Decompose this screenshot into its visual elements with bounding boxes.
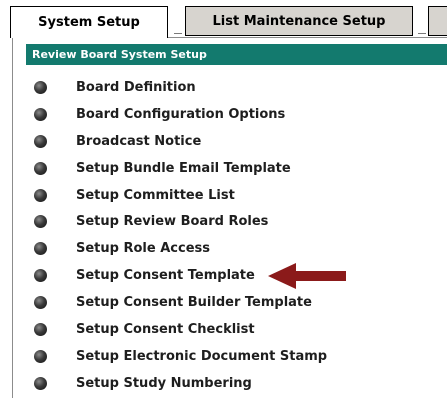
menu-item-label[interactable]: Setup Consent Checklist (76, 322, 255, 337)
menu-item-board-definition[interactable]: Board Definition (34, 74, 327, 101)
menu-item-label[interactable]: Setup Consent Template (76, 268, 255, 283)
menu-item-label[interactable]: Setup Study Numbering (76, 376, 252, 391)
menu-item-label[interactable]: Board Definition (76, 80, 196, 95)
menu-item-label[interactable]: Setup Electronic Document Stamp (76, 349, 327, 364)
menu-item-setup-electronic-document-stamp[interactable]: Setup Electronic Document Stamp (34, 343, 327, 370)
menu-item-setup-committee-list[interactable]: Setup Committee List (34, 182, 327, 209)
menu-item-broadcast-notice[interactable]: Broadcast Notice (34, 128, 327, 155)
bullet-icon (34, 322, 47, 336)
bullet-icon (34, 349, 47, 363)
menu-item-label[interactable]: Broadcast Notice (76, 134, 201, 149)
bullet-icon (34, 134, 47, 148)
menu-item-setup-review-board-roles[interactable]: Setup Review Board Roles (34, 208, 327, 235)
bullet-icon (34, 107, 47, 121)
bullet-icon (34, 296, 47, 310)
menu-item-board-configuration-options[interactable]: Board Configuration Options (34, 101, 327, 128)
setup-menu: Board Definition Board Configuration Opt… (34, 74, 327, 397)
menu-item-setup-consent-builder-template[interactable]: Setup Consent Builder Template (34, 289, 327, 316)
tab-list-maintenance-setup[interactable]: List Maintenance Setup (185, 6, 413, 36)
menu-item-setup-role-access[interactable]: Setup Role Access (34, 235, 327, 262)
bullet-icon (34, 215, 47, 229)
bullet-icon (34, 161, 47, 175)
menu-item-setup-consent-checklist[interactable]: Setup Consent Checklist (34, 316, 327, 343)
tab-separator (174, 33, 182, 34)
menu-item-label[interactable]: Setup Committee List (76, 188, 235, 203)
bullet-icon (34, 376, 47, 390)
tab-third[interactable] (428, 6, 447, 36)
tab-system-setup[interactable]: System Setup (10, 6, 168, 38)
tab-separator (418, 33, 426, 34)
menu-item-label[interactable]: Setup Bundle Email Template (76, 161, 291, 176)
menu-item-setup-bundle-email-template[interactable]: Setup Bundle Email Template (34, 155, 327, 182)
bullet-icon (34, 188, 47, 202)
menu-item-setup-study-numbering[interactable]: Setup Study Numbering (34, 370, 327, 397)
bullet-icon (34, 80, 47, 94)
menu-item-label[interactable]: Setup Role Access (76, 241, 210, 256)
bullet-icon (34, 269, 47, 283)
arrow-left-icon (268, 263, 346, 289)
bullet-icon (34, 242, 47, 256)
menu-item-label[interactable]: Setup Consent Builder Template (76, 295, 312, 310)
section-header: Review Board System Setup (26, 44, 447, 65)
menu-item-label[interactable]: Board Configuration Options (76, 107, 285, 122)
section-title: Review Board System Setup (32, 48, 207, 61)
menu-item-label[interactable]: Setup Review Board Roles (76, 214, 268, 229)
